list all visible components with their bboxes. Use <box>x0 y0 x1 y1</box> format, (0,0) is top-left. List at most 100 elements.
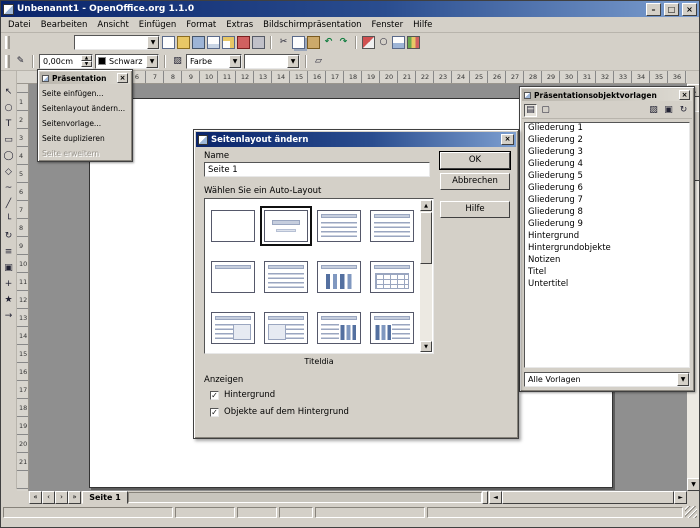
style-list-item[interactable]: Gliederung 5 <box>525 171 689 183</box>
export-pdf-icon[interactable] <box>237 36 250 49</box>
layout-option-1[interactable] <box>206 200 259 251</box>
palette-close-button[interactable]: × <box>117 73 128 83</box>
layout-option-8[interactable] <box>366 251 419 302</box>
area-style-icon[interactable]: ▨ <box>171 55 184 68</box>
zoom-icon[interactable]: ○ <box>377 36 390 49</box>
cancel-button[interactable]: Abbrechen <box>440 173 510 190</box>
toolbar-handle[interactable] <box>5 55 10 68</box>
lines-arrows-tool-icon[interactable]: ╱ <box>2 198 15 211</box>
ok-button[interactable]: OK <box>440 152 510 169</box>
style-list-item[interactable]: Gliederung 4 <box>525 159 689 171</box>
new-document-icon[interactable] <box>162 36 175 49</box>
dialog-title-bar[interactable]: Seitenlayout ändern × <box>196 132 516 147</box>
menu-item-bearbeiten[interactable]: Bearbeiten <box>36 18 93 32</box>
layout-option-5[interactable] <box>206 251 259 302</box>
palette-item[interactable]: Seite einfügen... <box>38 86 132 101</box>
layout-option-12[interactable] <box>366 302 419 353</box>
layout-option-11[interactable] <box>313 302 366 353</box>
gallery-icon[interactable] <box>407 36 420 49</box>
arrange-tool-icon[interactable]: ▣ <box>2 262 15 275</box>
rotate-tool-icon[interactable]: ↻ <box>2 230 15 243</box>
layout-option-6[interactable] <box>259 251 312 302</box>
line-width-field[interactable]: 0,00cm ▲ ▼ <box>39 54 93 69</box>
fill-color-combo[interactable]: ▼ <box>244 54 300 69</box>
style-list-item[interactable]: Hintergrund <box>525 231 689 243</box>
scroll-up-icon[interactable]: ▲ <box>420 200 432 211</box>
style-list-item[interactable]: Gliederung 8 <box>525 207 689 219</box>
style-list-item[interactable]: Gliederung 1 <box>525 123 689 135</box>
page-tab[interactable]: Seite 1 <box>82 491 128 504</box>
next-page-button[interactable]: › <box>55 491 68 504</box>
stylist-icon[interactable] <box>392 36 405 49</box>
print-file-icon[interactable] <box>252 36 265 49</box>
palette-item[interactable]: Seitenvorlage... <box>38 116 132 131</box>
layout-option-3[interactable] <box>313 200 366 251</box>
title-bar[interactable]: Unbenannt1 - OpenOffice.org 1.1.0 – □ × <box>1 1 699 17</box>
fill-format-mode-icon[interactable]: ▨ <box>647 104 660 117</box>
url-combo[interactable]: ▼ <box>74 35 160 50</box>
tab-scrollbar-splitter[interactable] <box>482 491 488 504</box>
minimize-button[interactable]: – <box>646 3 661 16</box>
dialog-close-button[interactable]: × <box>501 134 514 145</box>
menu-item-bildschirmpraesentation[interactable]: Bildschirmpräsentation <box>258 18 366 32</box>
scroll-down-icon[interactable]: ▼ <box>687 478 700 491</box>
style-list-item[interactable]: Gliederung 9 <box>525 219 689 231</box>
style-list-item[interactable]: Titel <box>525 267 689 279</box>
style-list-item[interactable]: Gliederung 7 <box>525 195 689 207</box>
stylist-title-bar[interactable]: Präsentationsobjektvorlagen × <box>522 89 692 101</box>
style-list-item[interactable]: Hintergrundobjekte <box>525 243 689 255</box>
connector-tool-icon[interactable]: └ <box>2 214 15 227</box>
line-width-spinner[interactable]: ▲ ▼ <box>81 55 92 67</box>
line-color-combo[interactable]: Schwarz ▼ <box>95 54 159 69</box>
layout-option-4[interactable] <box>366 200 419 251</box>
scroll-right-icon[interactable]: ► <box>674 491 687 504</box>
cut-icon[interactable]: ✂ <box>277 36 290 49</box>
menu-item-fenster[interactable]: Fenster <box>367 18 409 32</box>
palette-title-bar[interactable]: Präsentation × <box>40 72 130 84</box>
3d-objects-tool-icon[interactable]: ◇ <box>2 166 15 179</box>
previous-page-button[interactable]: ‹ <box>42 491 55 504</box>
palette-item[interactable]: Seite duplizieren <box>38 131 132 146</box>
curve-tool-icon[interactable]: ~ <box>2 182 15 195</box>
fill-style-combo[interactable]: Farbe ▼ <box>186 54 242 69</box>
interaction-tool-icon[interactable]: → <box>2 310 15 323</box>
layout-option-9[interactable] <box>206 302 259 353</box>
save-document-icon[interactable] <box>192 36 205 49</box>
resize-grip[interactable] <box>685 506 697 518</box>
dropdown-arrow-icon[interactable]: ▼ <box>146 55 158 68</box>
menu-item-ansicht[interactable]: Ansicht <box>92 18 133 32</box>
dropdown-arrow-icon[interactable]: ▼ <box>229 55 241 68</box>
menu-item-extras[interactable]: Extras <box>221 18 258 32</box>
help-button[interactable]: Hilfe <box>440 201 510 218</box>
style-list-item[interactable]: Notizen <box>525 255 689 267</box>
style-filter-combo[interactable]: Alle Vorlagen ▼ <box>524 372 690 387</box>
document-as-email-icon[interactable] <box>207 36 220 49</box>
objekte-checkbox[interactable]: ✓ <box>210 408 219 417</box>
toolbar-handle[interactable] <box>5 36 10 49</box>
new-style-from-selection-icon[interactable]: ▣ <box>662 104 675 117</box>
menu-item-datei[interactable]: Datei <box>3 18 36 32</box>
menu-item-einfuegen[interactable]: Einfügen <box>134 18 182 32</box>
shadow-icon[interactable]: ▱ <box>312 55 325 68</box>
redo-icon[interactable]: ↷ <box>337 36 350 49</box>
effects-tool-icon[interactable]: ★ <box>2 294 15 307</box>
layout-scroll-thumb[interactable] <box>420 212 432 264</box>
slide-name-input[interactable] <box>204 162 430 177</box>
maximize-button[interactable]: □ <box>664 3 679 16</box>
update-style-icon[interactable]: ↻ <box>677 104 690 117</box>
alignment-tool-icon[interactable]: ≡ <box>2 246 15 259</box>
menu-item-hilfe[interactable]: Hilfe <box>408 18 437 32</box>
style-list-item[interactable]: Untertitel <box>525 279 689 291</box>
style-list-item[interactable]: Gliederung 2 <box>525 135 689 147</box>
zoom-tool-icon[interactable]: ○ <box>2 102 15 115</box>
style-list-item[interactable]: Gliederung 3 <box>525 147 689 159</box>
edit-file-icon[interactable] <box>222 36 235 49</box>
scroll-down-icon[interactable]: ▼ <box>420 341 432 352</box>
insert-tool-icon[interactable]: + <box>2 278 15 291</box>
edit-points-icon[interactable]: ✎ <box>14 55 27 68</box>
horizontal-scroll-thumb[interactable] <box>502 491 674 504</box>
graphic-styles-icon[interactable]: ▢ <box>539 104 552 117</box>
navigator-icon[interactable] <box>362 36 375 49</box>
dropdown-arrow-icon[interactable]: ▼ <box>147 36 159 49</box>
spin-down-icon[interactable]: ▼ <box>81 61 92 67</box>
